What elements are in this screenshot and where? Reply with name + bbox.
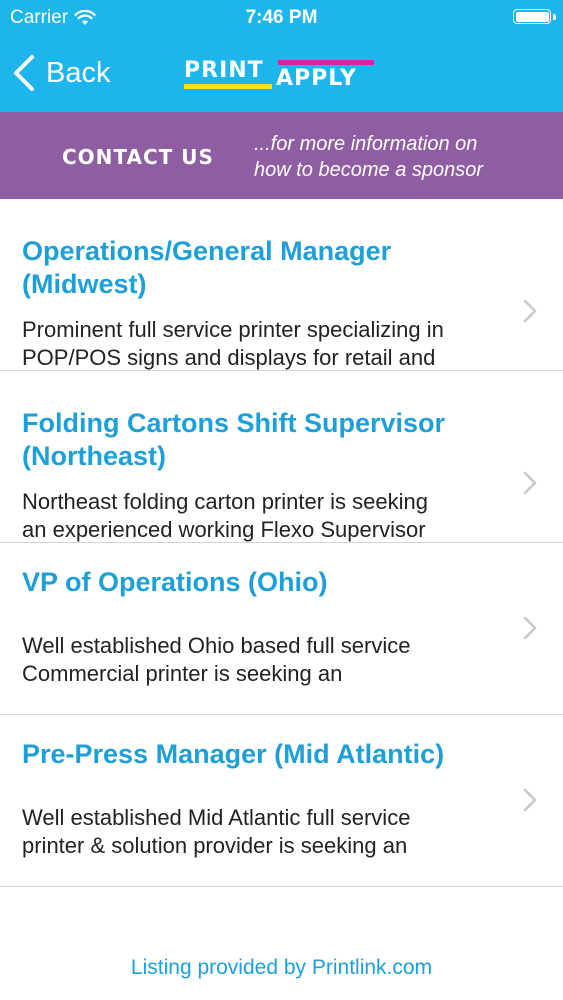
job-item[interactable]: VP of Operations (Ohio) Well established… <box>0 543 563 715</box>
job-description: Well established Ohio based full service… <box>22 632 502 688</box>
sponsor-banner[interactable]: CONTACT US ...for more information on ho… <box>0 112 563 199</box>
job-description: Prominent full service printer specializ… <box>22 316 502 372</box>
job-description: Well established Mid Atlantic full servi… <box>22 804 502 860</box>
job-desc-line1: Well established Mid Atlantic full servi… <box>22 805 411 830</box>
job-item[interactable]: Operations/General Manager (Midwest) Pro… <box>0 199 563 371</box>
job-title-line1: VP of Operations (Ohio) <box>22 567 328 597</box>
sponsor-info-line2: how to become a sponsor <box>254 159 484 181</box>
job-title-line1: Pre-Press Manager (Mid Atlantic) <box>22 739 445 769</box>
job-desc-line2: POP/POS signs and displays for retail an… <box>22 345 436 370</box>
chevron-right-icon <box>523 471 537 495</box>
chevron-right-icon <box>523 788 537 812</box>
job-item[interactable]: Folding Cartons Shift Supervisor (Northe… <box>0 371 563 543</box>
job-desc-line1: Well established Ohio based full service <box>22 633 411 658</box>
back-button[interactable]: Back <box>12 54 110 92</box>
logo-yellow-bar <box>184 84 272 89</box>
job-title-line2: (Northeast) <box>22 441 167 471</box>
chevron-right-icon <box>523 299 537 323</box>
job-desc-line2: Commercial printer is seeking an <box>22 661 343 686</box>
job-description: Northeast folding carton printer is seek… <box>22 488 502 544</box>
job-title-line1: Folding Cartons Shift Supervisor <box>22 408 446 438</box>
job-desc-line1: Northeast folding carton printer is seek… <box>22 489 428 514</box>
job-title-line1: Operations/General Manager <box>22 236 392 266</box>
chevron-right-icon <box>523 616 537 640</box>
listing-credit-link[interactable]: Listing provided by Printlink.com <box>0 956 563 980</box>
battery-icon <box>513 9 551 24</box>
job-title-line2: (Midwest) <box>22 269 147 299</box>
clock: 7:46 PM <box>245 7 318 28</box>
logo-magenta-bar <box>278 60 374 65</box>
sponsor-info: ...for more information on how to become… <box>254 131 544 183</box>
job-title: Folding Cartons Shift Supervisor (Northe… <box>22 407 502 473</box>
contact-us-label: CONTACT US <box>62 145 214 169</box>
logo-print-text: PRINT <box>184 58 264 83</box>
status-bar: Carrier 7:46 PM <box>0 0 563 36</box>
battery-tip <box>553 14 556 20</box>
job-desc-line2: an experienced working Flexo Supervisor <box>22 517 426 542</box>
sponsor-info-line1: ...for more information on <box>254 133 478 155</box>
job-desc-line1: Prominent full service printer specializ… <box>22 317 444 342</box>
chevron-left-icon <box>14 55 34 91</box>
job-list: Operations/General Manager (Midwest) Pro… <box>0 199 563 887</box>
print-apply-logo: PRINT APPLY <box>184 58 378 94</box>
job-title: VP of Operations (Ohio) <box>22 566 502 599</box>
job-title: Pre-Press Manager (Mid Atlantic) <box>22 738 502 771</box>
header: Carrier 7:46 PM Back PRINT APPLY <box>0 0 563 112</box>
back-label: Back <box>46 56 111 89</box>
job-title: Operations/General Manager (Midwest) <box>22 235 502 301</box>
logo-apply-text: APPLY <box>276 66 357 91</box>
job-desc-line2: printer & solution provider is seeking a… <box>22 833 408 858</box>
job-item[interactable]: Pre-Press Manager (Mid Atlantic) Well es… <box>0 715 563 887</box>
